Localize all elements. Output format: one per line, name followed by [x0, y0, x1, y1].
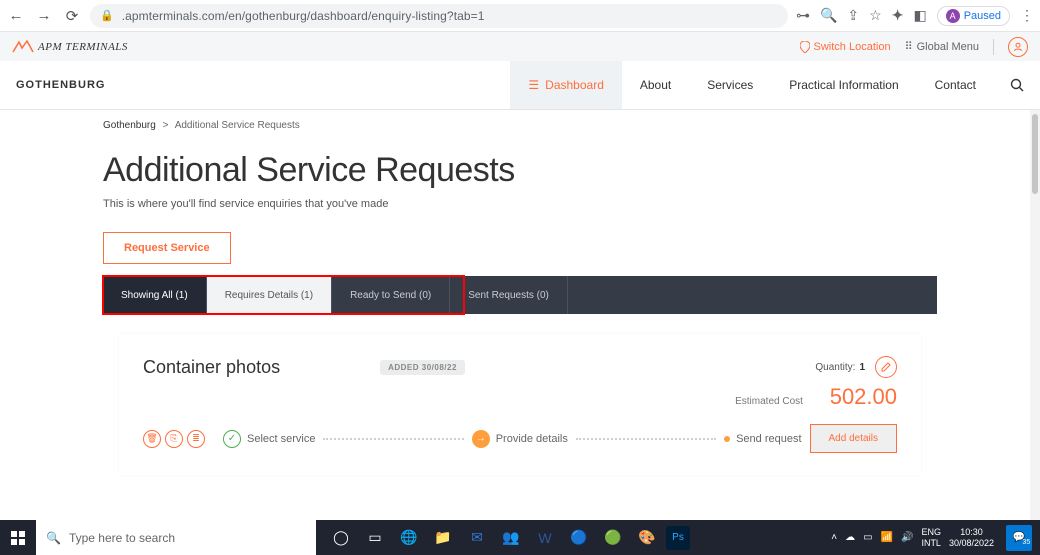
- request-service-button[interactable]: Request Service: [103, 232, 231, 264]
- volume-icon[interactable]: 🔊: [901, 532, 913, 543]
- info-icon[interactable]: ≣: [187, 430, 205, 448]
- date-added-badge: ADDED 30/08/22: [380, 360, 465, 375]
- tray-chevron-icon[interactable]: ˄: [831, 532, 837, 543]
- nav-services[interactable]: Services: [689, 61, 771, 109]
- check-icon: ✓: [223, 430, 241, 448]
- taskbar-search[interactable]: 🔍 Type here to search: [36, 520, 316, 555]
- breadcrumb-current: Additional Service Requests: [175, 120, 300, 131]
- card-title: Container photos: [143, 357, 280, 378]
- action-center-icon[interactable]: 💬35: [1006, 525, 1032, 551]
- tab-showing-all[interactable]: Showing All (1): [103, 276, 207, 314]
- wifi-icon[interactable]: 📶: [881, 532, 893, 543]
- switch-location-link[interactable]: Switch Location: [800, 41, 891, 53]
- copy-icon[interactable]: ⎘: [165, 430, 183, 448]
- terminal-location[interactable]: GOTHENBURG: [0, 61, 121, 109]
- add-details-button[interactable]: Add details: [810, 424, 897, 453]
- breadcrumb-root[interactable]: Gothenburg: [103, 120, 156, 131]
- nav-dashboard[interactable]: ☰ Dashboard: [510, 61, 621, 109]
- main-nav: GOTHENBURG ☰ Dashboard About Services Pr…: [0, 61, 1040, 110]
- lock-icon: 🔒: [100, 9, 114, 22]
- photoshop-icon[interactable]: Ps: [666, 526, 690, 550]
- cost-value: 502.00: [830, 384, 897, 409]
- tabs-bar: Showing All (1) Requires Details (1) Rea…: [103, 276, 937, 314]
- explorer-icon[interactable]: 📁: [428, 524, 458, 552]
- request-card: Container photos ADDED 30/08/22 Quantity…: [119, 334, 921, 475]
- chrome-icon[interactable]: 🟢: [598, 524, 628, 552]
- avatar: A: [946, 9, 960, 23]
- clock[interactable]: 10:30 30/08/2022: [949, 527, 994, 549]
- delete-icon[interactable]: 🗑: [143, 430, 161, 448]
- profile-paused-chip[interactable]: A Paused: [937, 6, 1010, 26]
- teams-icon[interactable]: 👥: [496, 524, 526, 552]
- edge-icon[interactable]: 🌐: [394, 524, 424, 552]
- cost-label: Estimated Cost: [735, 396, 803, 407]
- url-text: .apmterminals.com/en/gothenburg/dashboar…: [122, 9, 485, 23]
- key-icon[interactable]: ⊶: [796, 7, 810, 24]
- windows-taskbar: 🔍 Type here to search ◯ ▭ 🌐 📁 ✉ 👥 W 🔵 🟢 …: [0, 520, 1040, 555]
- nav-about[interactable]: About: [622, 61, 689, 109]
- tab-requires-details[interactable]: Requires Details (1): [207, 276, 332, 314]
- brand-logo[interactable]: APM TERMINALS: [12, 40, 128, 54]
- edit-quantity-button[interactable]: [875, 356, 897, 378]
- nav-practical-information[interactable]: Practical Information: [771, 61, 916, 109]
- nav-search-button[interactable]: [994, 61, 1040, 109]
- back-button[interactable]: ←: [6, 6, 26, 26]
- nav-contact[interactable]: Contact: [917, 61, 994, 109]
- search-icon: 🔍: [46, 531, 61, 545]
- breadcrumb: Gothenburg > Additional Service Requests: [103, 110, 937, 141]
- menu-dots-icon[interactable]: ⋮: [1020, 7, 1034, 24]
- word-icon[interactable]: W: [530, 524, 560, 552]
- user-account-button[interactable]: [1008, 37, 1028, 57]
- grid-icon: ⠿: [905, 40, 913, 53]
- app-icon[interactable]: 🔵: [564, 524, 594, 552]
- page-subtitle: This is where you'll find service enquir…: [103, 198, 937, 210]
- star-icon[interactable]: ☆: [869, 7, 882, 24]
- share-icon[interactable]: ⇪: [847, 7, 859, 24]
- scrollbar[interactable]: [1030, 110, 1040, 522]
- list-icon: ☰: [528, 78, 539, 92]
- global-menu-link[interactable]: ⠿ Global Menu: [905, 40, 979, 53]
- onedrive-icon[interactable]: ☁: [845, 532, 855, 543]
- extensions-icon[interactable]: ✦: [892, 7, 904, 24]
- outlook-icon[interactable]: ✉: [462, 524, 492, 552]
- page-content: Gothenburg > Additional Service Requests…: [0, 110, 1040, 522]
- step-select-service: ✓ Select service: [223, 430, 315, 448]
- step-provide-details: → Provide details: [472, 430, 568, 448]
- paint-icon[interactable]: 🎨: [632, 524, 662, 552]
- reload-button[interactable]: ⟳: [62, 6, 82, 26]
- tab-sent-requests[interactable]: Sent Requests (0): [450, 276, 568, 314]
- utility-header: APM TERMINALS Switch Location ⠿ Global M…: [0, 32, 1040, 61]
- browser-toolbar: ← → ⟳ 🔒 .apmterminals.com/en/gothenburg/…: [0, 0, 1040, 32]
- pending-dot-icon: [724, 436, 730, 442]
- tab-ready-to-send[interactable]: Ready to Send (0): [332, 276, 450, 314]
- action-icon-group: 🗑 ⎘ ≣: [143, 430, 205, 448]
- step-send-request: Send request: [724, 433, 801, 445]
- cortana-icon[interactable]: ◯: [326, 524, 356, 552]
- quantity-display: Quantity: 1: [815, 356, 897, 378]
- address-bar[interactable]: 🔒 .apmterminals.com/en/gothenburg/dashbo…: [90, 4, 788, 28]
- language-indicator[interactable]: ENG INTL: [921, 527, 941, 549]
- arrow-icon: →: [472, 430, 490, 448]
- page-title: Additional Service Requests: [103, 151, 937, 190]
- task-view-icon[interactable]: ▭: [360, 524, 390, 552]
- battery-icon[interactable]: ▭: [863, 532, 872, 543]
- zoom-icon[interactable]: 🔍: [820, 7, 837, 24]
- start-button[interactable]: [0, 520, 36, 555]
- window-icon[interactable]: ◧: [913, 7, 926, 24]
- forward-button[interactable]: →: [34, 6, 54, 26]
